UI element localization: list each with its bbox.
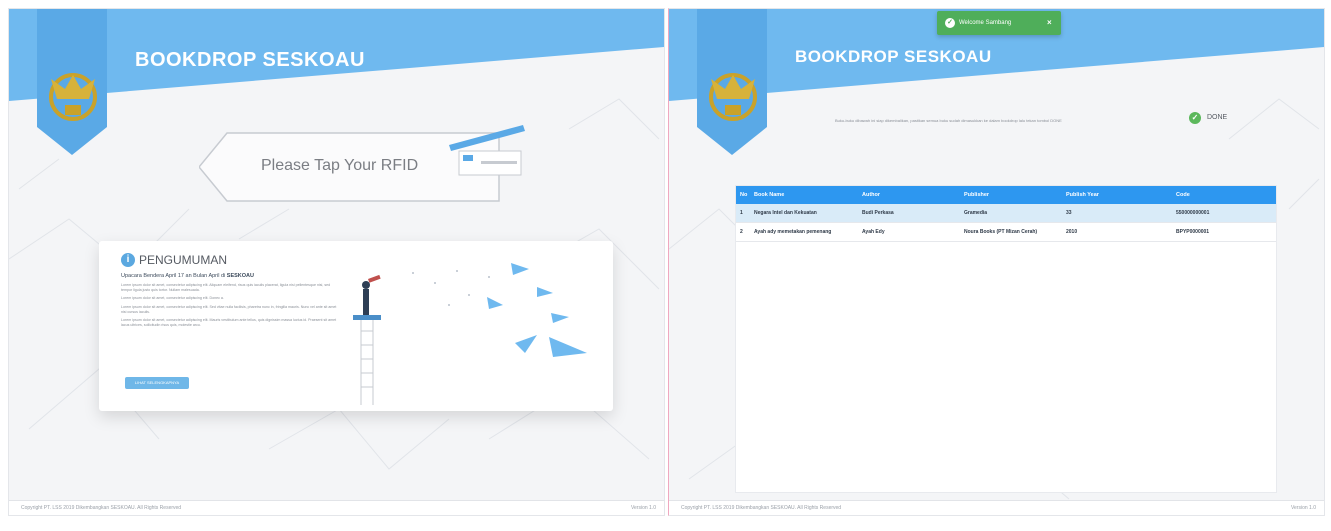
toast-close-button[interactable]: ×: [1047, 11, 1052, 35]
cell-book-name: Negara Intel dan Kekuatan: [750, 204, 858, 223]
cell-publisher: Gramedia: [960, 204, 1062, 223]
footer-copyright: Copyright PT. LSS 2019 Dikembangkan SESK…: [681, 505, 842, 511]
column-header-publish-year: Publish Year: [1062, 186, 1172, 204]
rfid-login-screen: BOOKDROP SESKOAU Please Tap Your RFID i …: [8, 8, 665, 516]
seskoau-emblem-icon: [709, 73, 757, 121]
column-header-author: Author: [858, 186, 960, 204]
cell-publish-year: 33: [1062, 204, 1172, 223]
announcement-illustration: [353, 263, 587, 405]
announcement-paragraph: Lorem ipsum dolor sit amet, consectetur …: [121, 318, 337, 328]
book-table-panel: No Book Name Author Publisher Publish Ye…: [735, 185, 1277, 493]
rfid-prompt: Please Tap Your RFID: [261, 157, 419, 174]
announcement-subtitle-text: Upacara Bendera April 17 an Bulan April …: [121, 273, 226, 279]
announcement-paragraph: Lorem ipsum dolor sit amet, consectetur …: [121, 283, 331, 293]
announcement-subtitle: Upacara Bendera April 17 an Bulan April …: [121, 273, 254, 279]
cell-no: 1: [736, 204, 750, 223]
cell-code: 550000000001: [1172, 204, 1276, 223]
cell-code: BPYP0000001: [1172, 222, 1276, 242]
seskoau-emblem-icon: [49, 73, 97, 121]
announcement-paragraph: Lorem ipsum dolor sit amet, consectetur …: [121, 296, 224, 301]
cell-no: 2: [736, 222, 750, 242]
tower: [360, 319, 374, 405]
cell-book-name: Ayah ady memetakan pemenang: [750, 222, 858, 242]
toast-message: Welcome Sambang: [959, 20, 1012, 26]
column-header-no: No: [736, 186, 750, 204]
cell-author: Budi Perkasa: [858, 204, 960, 223]
app-title: BOOKDROP SESKOAU: [135, 49, 365, 71]
return-notice: Buku-buku dibawah ini siap dikembalikan,…: [835, 118, 1062, 123]
check-icon: ✓: [945, 18, 955, 28]
column-header-publisher: Publisher: [960, 186, 1062, 204]
table-row[interactable]: 2 Ayah ady memetakan pemenang Ayah Edy N…: [736, 222, 1276, 242]
done-button[interactable]: ✓ DONE: [1189, 110, 1249, 126]
cell-publish-year: 2010: [1062, 222, 1172, 242]
book-return-screen: BOOKDROP SESKOAU ✓ Welcome Sambang × Buk…: [668, 8, 1325, 516]
footer: Copyright PT. LSS 2019 Dikembangkan SESK…: [669, 500, 1324, 515]
welcome-toast: ✓ Welcome Sambang ×: [937, 11, 1061, 35]
column-header-code: Code: [1172, 186, 1276, 204]
footer-version: Version 1.0: [630, 505, 656, 511]
footer-version: Version 1.0: [1290, 505, 1316, 511]
announcement-paragraph: Lorem ipsum dolor sit amet, consectetur …: [121, 304, 337, 314]
table-header-row: No Book Name Author Publisher Publish Ye…: [736, 186, 1276, 204]
cell-author: Ayah Edy: [858, 222, 960, 242]
announcement-subtitle-emphasis: SESKOAU: [226, 273, 254, 279]
column-header-book-name: Book Name: [750, 186, 858, 204]
footer: Copyright PT. LSS 2019 Dikembangkan SESK…: [9, 500, 664, 515]
done-label: DONE: [1207, 114, 1228, 121]
footer-copyright: Copyright PT. LSS 2019 Dikembangkan SESK…: [21, 505, 182, 511]
read-more-button[interactable]: LIHAT SELENGKAPNYA: [125, 377, 189, 389]
announcement-card: i PENGUMUMAN Upacara Bendera April 17 an…: [99, 241, 613, 411]
announcement-body: Lorem ipsum dolor sit amet, consectetur …: [121, 283, 341, 331]
announcement-title: PENGUMUMAN: [139, 253, 228, 267]
table-row[interactable]: 1 Negara Intel dan Kekuatan Budi Perkasa…: [736, 204, 1276, 223]
rfid-card-icon: [449, 125, 525, 176]
book-table: No Book Name Author Publisher Publish Ye…: [736, 186, 1276, 242]
check-icon: ✓: [1189, 112, 1201, 124]
app-title: BOOKDROP SESKOAU: [795, 47, 992, 66]
cell-publisher: Noura Books (PT Mizan Cerah): [960, 222, 1062, 242]
announcement-icon: i: [121, 253, 135, 267]
